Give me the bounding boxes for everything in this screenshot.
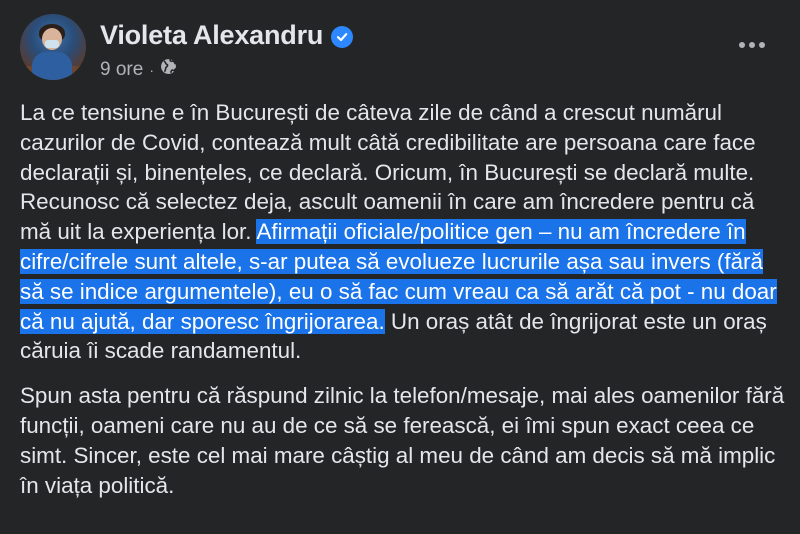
post-body: La ce tensiune e în București de câteva … <box>20 98 788 500</box>
verified-badge-icon <box>331 25 354 48</box>
post-paragraph-1: La ce tensiune e în București de câteva … <box>20 98 788 366</box>
avatar-mask <box>45 40 59 48</box>
meta-separator: · <box>149 61 154 78</box>
post-timestamp[interactable]: 9 ore <box>100 59 143 81</box>
post-header: Violeta Alexandru 9 ore · <box>20 14 780 84</box>
avatar[interactable] <box>20 14 86 80</box>
author-row: Violeta Alexandru <box>100 20 354 51</box>
more-dot <box>759 42 765 48</box>
more-dot <box>749 42 755 48</box>
more-options-icon[interactable] <box>732 32 772 58</box>
avatar-figure <box>32 52 72 80</box>
more-dot <box>739 42 745 48</box>
post-meta: 9 ore · <box>100 58 177 81</box>
author-name[interactable]: Violeta Alexandru <box>100 20 323 51</box>
post-paragraph-2: Spun asta pentru că răspund zilnic la te… <box>20 383 785 498</box>
globe-icon[interactable] <box>160 58 177 81</box>
